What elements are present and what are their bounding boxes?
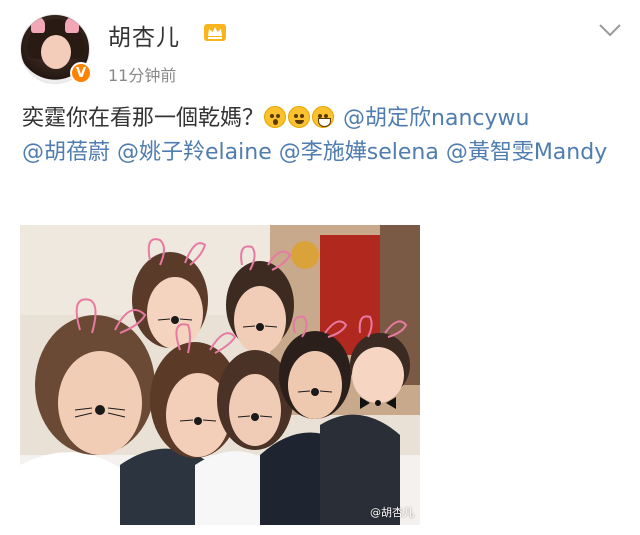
mention-link[interactable]: @胡蓓蔚: [22, 140, 110, 165]
weibo-post: V 胡杏儿 11分钟前 奕霆你在看那一個乾媽？ @胡定欣nancywu @胡蓓蔚…: [0, 0, 640, 535]
mention-link[interactable]: @李施嬅selena: [279, 140, 439, 165]
verified-badge-icon: V: [70, 62, 92, 84]
group-selfie-image: [20, 225, 420, 525]
mention-link[interactable]: @黃智雯Mandy: [446, 140, 607, 165]
wow-emoji-icon: [264, 106, 287, 128]
post-photo[interactable]: @胡杏儿: [20, 225, 420, 525]
post-timestamp: 11分钟前: [108, 66, 177, 85]
username[interactable]: 胡杏儿: [108, 18, 180, 52]
chevron-down-icon[interactable]: [598, 22, 622, 38]
crown-member-icon[interactable]: [203, 21, 227, 43]
post-text: 奕霆你在看那一個乾媽？ @胡定欣nancywu @胡蓓蔚 @姚子羚elaine …: [22, 102, 622, 170]
mention-link[interactable]: @胡定欣nancywu: [343, 106, 529, 131]
post-text-main: 奕霆你在看那一個乾媽？: [22, 106, 265, 131]
avatar[interactable]: V: [20, 14, 92, 84]
laugh-emoji-icon: [312, 106, 335, 128]
worried-emoji-icon: [288, 106, 311, 128]
photo-watermark: @胡杏儿: [370, 506, 414, 519]
mention-link[interactable]: @姚子羚elaine: [117, 140, 272, 165]
